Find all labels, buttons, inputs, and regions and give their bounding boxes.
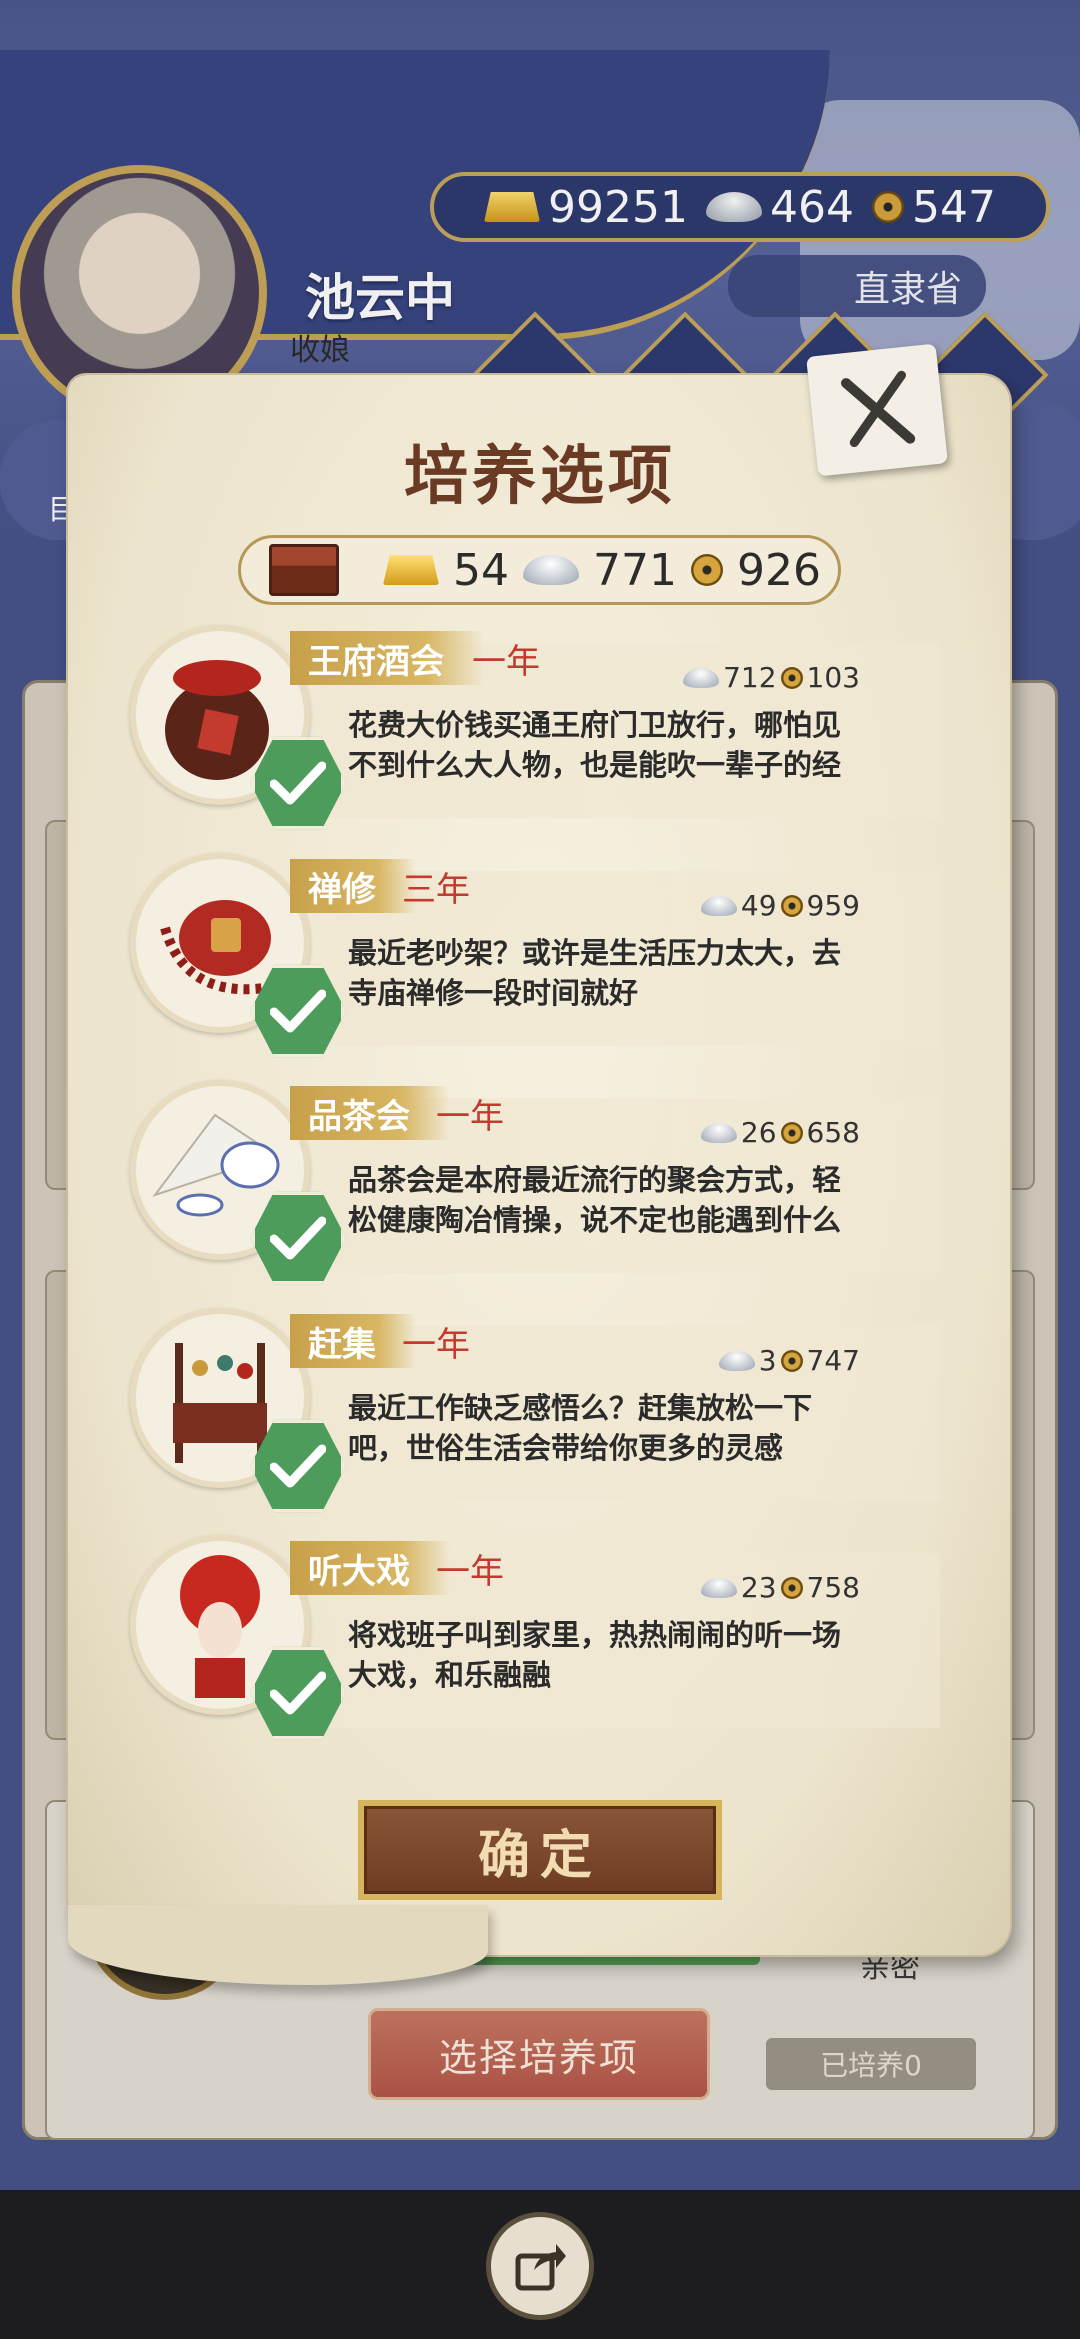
- item-description: 最近老吵架？或许是生活压力太大，去寺庙禅修一段时间就好: [348, 936, 842, 1010]
- item-description: 将戏班子叫到家里，热热闹闹的听一场大戏，和乐融融: [348, 1618, 842, 1692]
- dialog-gold-amount: 54: [453, 544, 509, 596]
- item-coin-cost: 747: [806, 1344, 860, 1377]
- copper-coin-icon: [780, 666, 803, 689]
- item-silver-cost: 23: [740, 1571, 777, 1604]
- share-icon: [515, 2244, 566, 2291]
- item-coin-cost: 959: [806, 889, 860, 922]
- dialog-title: 培养选项: [404, 440, 676, 514]
- item-cost: 23 758: [700, 1571, 860, 1604]
- item-description: 花费大价钱买通王府门卫放行，哪怕见不到什么大人物，也是能吹一辈子的经: [348, 708, 842, 782]
- silver-ingot-icon: [683, 667, 720, 688]
- item-silver-cost: 49: [740, 889, 777, 922]
- item-name: 王府酒会: [290, 631, 484, 685]
- item-cost: 26 658: [700, 1116, 860, 1149]
- silver-ingot-icon: [700, 895, 737, 916]
- item-duration: 一年: [402, 1324, 470, 1365]
- item-coin-cost: 658: [806, 1116, 860, 1149]
- item-cost: 712 103: [683, 661, 860, 694]
- item-coin-cost: 103: [806, 661, 860, 694]
- list-item[interactable]: 禅修 三年 49 959 最近老吵架？或许是生活压力太大，去寺庙禅修一段时间就好: [0, 853, 1080, 1063]
- copper-coin-icon: [780, 1349, 803, 1372]
- dialog-silver-amount: 771: [593, 544, 677, 596]
- item-cost: 3 747: [718, 1344, 860, 1377]
- item-cost: 49 959: [700, 889, 860, 922]
- silver-ingot-icon: [718, 1350, 755, 1371]
- silver-ingot-icon: [700, 1122, 737, 1143]
- item-duration: 一年: [472, 641, 540, 682]
- list-item[interactable]: 赶集 一年 3 747 最近工作缺乏感悟么？赶集放松一下吧，世俗生活会带给你更多的…: [0, 1308, 1080, 1518]
- list-item[interactable]: 王府酒会 一年 712 103 花费大价钱买通王府门卫放行，哪怕见不到什么大人物，…: [0, 625, 1080, 835]
- item-silver-cost: 26: [740, 1116, 777, 1149]
- item-name: 禅修: [290, 859, 416, 913]
- item-duration: 三年: [402, 869, 470, 910]
- share-button[interactable]: [486, 2212, 594, 2320]
- silver-ingot-icon: [523, 555, 579, 585]
- treasure-chest-icon: [269, 544, 339, 596]
- copper-coin-icon: [780, 894, 803, 917]
- item-duration: 一年: [436, 1096, 504, 1137]
- item-name: 赶集: [290, 1314, 416, 1368]
- list-item[interactable]: 听大戏 一年 23 758 将戏班子叫到家里，热热闹闹的听一场大戏，和乐融融: [0, 1535, 1080, 1745]
- dialog-resource-bar: 54 771 926: [238, 535, 841, 605]
- item-description: 品茶会是本府最近流行的聚会方式，轻松健康陶冶情操，说不定也能遇到什么: [348, 1163, 842, 1237]
- copper-coin-icon: [690, 554, 723, 586]
- item-description: 最近工作缺乏感悟么？赶集放松一下吧，世俗生活会带给你更多的灵感: [348, 1391, 813, 1465]
- item-name: 听大戏: [290, 1541, 450, 1595]
- item-coin-cost: 758: [806, 1571, 860, 1604]
- item-silver-cost: 712: [723, 661, 777, 694]
- gold-ingot-icon: [383, 555, 439, 585]
- silver-ingot-icon: [700, 1577, 737, 1598]
- item-silver-cost: 3: [758, 1344, 777, 1377]
- copper-coin-icon: [780, 1576, 803, 1599]
- item-duration: 一年: [436, 1551, 504, 1592]
- confirm-button[interactable]: 确定: [358, 1800, 722, 1900]
- dialog-coin-amount: 926: [736, 544, 821, 596]
- copper-coin-icon: [780, 1121, 803, 1144]
- list-item[interactable]: 品茶会 一年 26 658 品茶会是本府最近流行的聚会方式，轻松健康陶冶情操，说不…: [0, 1080, 1080, 1290]
- item-name: 品茶会: [290, 1086, 450, 1140]
